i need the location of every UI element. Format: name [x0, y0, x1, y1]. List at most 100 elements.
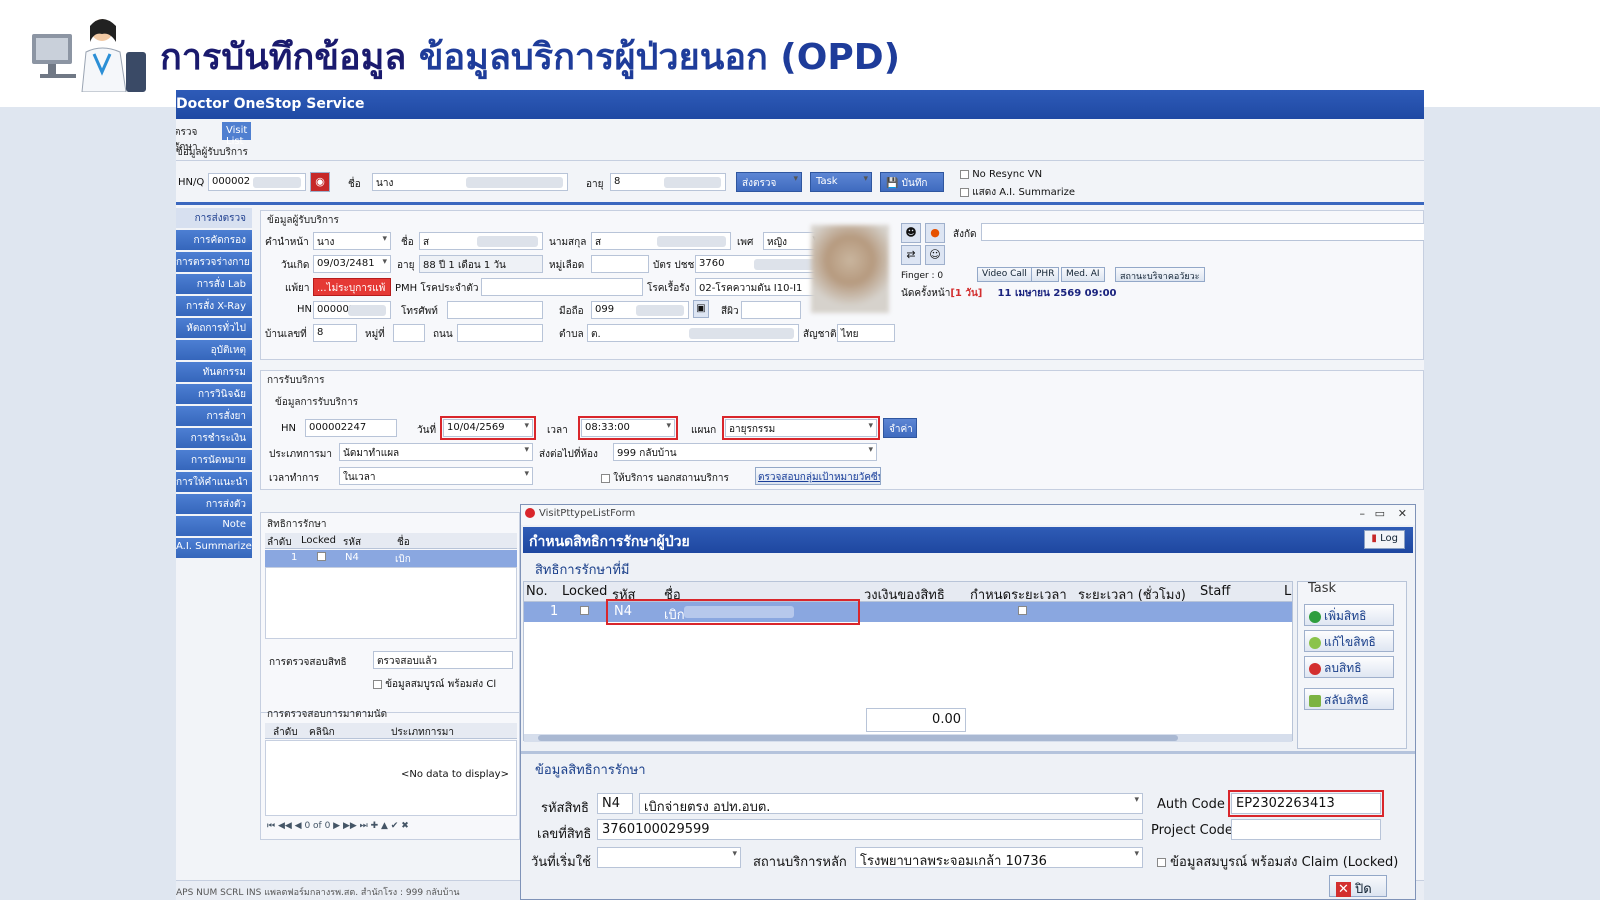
house-no-input[interactable]: 8 [313, 324, 357, 342]
lookup-icon[interactable]: ◉ [310, 172, 330, 192]
phone-input[interactable] [447, 301, 543, 319]
period-checkbox[interactable] [1018, 606, 1027, 615]
pmh-input[interactable] [481, 278, 643, 296]
name-label: ชื่อ [348, 179, 361, 190]
delete-right-button[interactable]: ลบสิทธิ [1304, 656, 1394, 678]
sidebar-item-lab[interactable]: การสั่ง Lab [176, 274, 252, 294]
sidebar-item-ai-summarize[interactable]: A.I. Summarize [176, 538, 252, 558]
send-exam-button[interactable]: ส่งตรวจ [736, 172, 802, 192]
dialog-locked-checkbox[interactable] [580, 606, 589, 615]
locked-checkbox[interactable] [317, 552, 326, 561]
right-name-select[interactable]: เบิกจ่ายตรง อปท.อบต. [639, 793, 1143, 814]
service-hn-input[interactable]: 000002247 [305, 419, 397, 437]
patient-hn-input[interactable]: 000002 [313, 301, 391, 319]
tab-visit-list[interactable]: Visit List [222, 122, 252, 147]
right-number-input[interactable]: 3760100029599 [597, 819, 1143, 840]
sidebar-item-procedure[interactable]: หัตถการทั่วไป [176, 318, 252, 338]
last-name-input[interactable]: ส [591, 232, 731, 250]
video-call-button[interactable]: Video Call [977, 267, 1032, 282]
visit-date-input[interactable]: 10/04/2569 [440, 416, 536, 440]
blood-group-input[interactable] [591, 255, 649, 273]
show-ai-checkbox[interactable]: แสดง A.I. Summarize [960, 185, 1075, 200]
service-hn-label: HN [281, 423, 296, 434]
sidebar-item-accident[interactable]: อุบัติเหตุ [176, 340, 252, 360]
allergy-field[interactable]: ...ไม่ระบุการแพ้ [313, 278, 391, 296]
right-code-input[interactable]: N4 [597, 793, 633, 814]
sidebar-item-referral[interactable]: การส่งตัว [176, 494, 252, 514]
main-hospital-select[interactable]: โรงพยาบาลพระจอมเกล้า 10736 [855, 847, 1143, 868]
mobile-input[interactable]: 099 [591, 301, 689, 319]
complete-claim-checkbox[interactable]: ข้อมูลสมบูรณ์ พร้อมส่ง Cl [373, 677, 496, 692]
sidebar-item-appointment[interactable]: การนัดหมาย [176, 450, 252, 470]
affiliation-label: สังกัด [953, 229, 977, 240]
age-input[interactable]: 8 [610, 173, 726, 191]
phr-button[interactable]: PHR [1031, 267, 1060, 282]
edit-right-button[interactable]: แก้ไขสิทธิ [1304, 630, 1394, 652]
department-select[interactable]: อายุรกรรม [722, 416, 880, 440]
close-button-icon: ✕ [1336, 882, 1351, 897]
sidebar-item-dental[interactable]: ทันตกรรม [176, 362, 252, 382]
close-dialog-button[interactable]: ✕ ปิด [1329, 875, 1387, 897]
minimize-icon[interactable]: – [1360, 507, 1366, 520]
cid-input[interactable]: 3760 [695, 255, 821, 273]
sidebar-item-diagnosis[interactable]: การวินิจฉัย [176, 384, 252, 404]
phone-label: โทรศัพท์ [401, 306, 438, 317]
sidebar-item-advice[interactable]: การให้คำแนะนำ [176, 472, 252, 492]
sidebar-item-drug-order[interactable]: การสั่งยา [176, 406, 252, 426]
sidebar-item-screening[interactable]: การคัดกรอง [176, 230, 252, 250]
dialog-rights-row[interactable]: 1 N4 เบิก [524, 599, 1292, 625]
user-card-icon[interactable]: ☺ [925, 245, 945, 265]
prefix-select[interactable]: นาง [313, 232, 391, 250]
chronic-input[interactable]: 02-โรคความดัน I10-I1 [695, 278, 821, 296]
start-date-input[interactable] [597, 847, 741, 868]
dob-input[interactable]: 09/03/2481 [313, 255, 391, 273]
name-input[interactable]: นาง [372, 173, 568, 191]
grid-pager[interactable]: ⏮ ◀◀ ◀ 0 of 0 ▶ ▶▶ ⏭ ✚ ▲ ✔ ✖ [267, 821, 409, 831]
claim-complete-checkbox[interactable]: ข้อมูลสมบูรณ์ พร้อมส่ง Claim (Locked) [1157, 851, 1398, 872]
visit-type-select[interactable]: นัดมาทำแผล [339, 443, 533, 461]
time-op-select[interactable]: ในเวลา [339, 467, 533, 485]
appointment-grid-header: ลำดับ คลินิก ประเภทการมา [265, 723, 517, 739]
phone-book-icon[interactable]: ▣ [693, 300, 709, 318]
med-ai-button[interactable]: Med. AI [1061, 267, 1105, 282]
horizontal-scrollbar[interactable] [524, 734, 1292, 742]
send-room-select[interactable]: 999 กลับบ้าน [613, 443, 877, 461]
switch-right-button[interactable]: สลับสิทธิ [1304, 688, 1394, 710]
nationality-input[interactable]: ไทย [837, 324, 895, 342]
task-button[interactable]: Task [810, 172, 872, 192]
status-text: APS NUM SCRL INS แพลตฟอร์มกลางรพ.สต. สำน… [176, 888, 460, 898]
skin-input[interactable] [741, 301, 801, 319]
log-button[interactable]: ▮ Log [1364, 530, 1405, 549]
transfer-person-icon[interactable]: ⇄ [901, 245, 921, 265]
maximize-icon[interactable]: ▭ [1375, 507, 1385, 520]
project-code-input[interactable] [1231, 819, 1381, 840]
road-input[interactable] [457, 324, 543, 342]
remember-dept-button[interactable]: จำค่า [883, 418, 917, 438]
no-resync-checkbox[interactable]: No Resync VN [960, 169, 1042, 180]
person-icon[interactable]: ☻ [901, 223, 921, 243]
moo-input[interactable] [393, 324, 425, 342]
sidebar-item-send[interactable]: การส่งตรวจ [176, 208, 252, 228]
organ-donation-button[interactable]: สถานะบริจาคอวัยวะ [1115, 267, 1205, 282]
sidebar-item-payment[interactable]: การชำระเงิน [176, 428, 252, 448]
affiliation-input[interactable] [981, 223, 1424, 241]
rights-row[interactable]: 1 N4 เบิก [265, 550, 517, 567]
alert-icon[interactable]: ● [925, 223, 945, 243]
outside-service-checkbox[interactable]: ให้บริการ นอกสถานบริการ [601, 471, 729, 486]
save-button[interactable]: 💾 บันทึก [880, 172, 944, 192]
add-right-button[interactable]: เพิ่มสิทธิ [1304, 604, 1394, 626]
patient-info-heading: ข้อมูลผู้รับบริการ [267, 215, 339, 226]
sidebar-item-physical-exam[interactable]: การตรวจร่างกาย [176, 252, 252, 272]
close-icon[interactable]: ✕ [1398, 507, 1407, 520]
tab-examination[interactable]: ตรวจรักษา [176, 122, 202, 153]
sidebar-item-note[interactable]: Note [176, 516, 252, 536]
sidebar-item-xray[interactable]: การสั่ง X-Ray [176, 296, 252, 316]
first-name-input[interactable]: ส [419, 232, 543, 250]
hnq-input[interactable]: 000002 [208, 173, 306, 191]
verify-input[interactable]: ตรวจสอบแล้ว [373, 651, 513, 669]
auth-code-input[interactable]: EP2302263413 [1228, 790, 1384, 817]
vaccine-target-button[interactable]: ตรวจสอบกลุ่มเป้าหมายวัคซีน [755, 467, 881, 485]
tambon-input[interactable]: ต. [587, 324, 799, 342]
visit-time-input[interactable]: 08:33:00 [578, 416, 678, 440]
redacted-name [684, 606, 794, 618]
